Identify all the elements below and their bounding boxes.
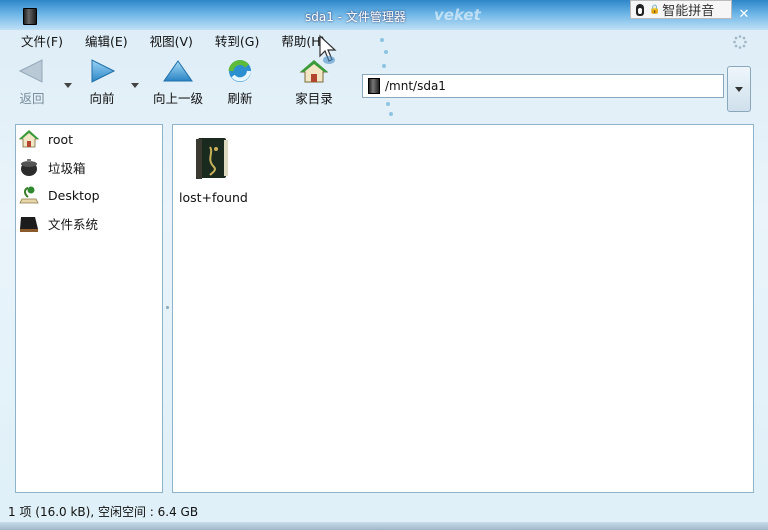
places-sidebar: root 垃圾箱 Desktop 文件系统 <box>15 124 163 493</box>
brand-logo-text: veket <box>434 6 481 24</box>
sidebar-item-filesystem[interactable]: 文件系统 <box>18 211 98 235</box>
file-name: lost+found <box>179 190 248 205</box>
toolbar: 返回 向前 向上一级 刷新 家目录 <box>10 58 355 114</box>
drive-icon <box>20 217 38 232</box>
status-bar: 1 项 (16.0 kB), 空闲空间 : 6.4 GB <box>8 505 199 519</box>
sidebar-item-root[interactable]: root <box>18 127 73 151</box>
decor-bubble <box>380 38 384 42</box>
up-label: 向上一级 <box>152 91 203 106</box>
tux-icon <box>633 3 647 17</box>
file-manager-window: sda1 - 文件管理器 veket 🔒 智能拼音 ✕ 文件(F) 编辑(E) … <box>0 0 768 530</box>
taskbar-strip <box>0 522 768 530</box>
location-bar[interactable]: /mnt/sda1 <box>362 74 724 98</box>
sidebar-item-label: root <box>48 131 74 147</box>
refresh-button[interactable]: 刷新 <box>218 58 262 107</box>
forward-label: 向前 <box>89 91 115 106</box>
refresh-icon <box>228 60 251 82</box>
sidebar-item-label: 文件系统 <box>48 216 99 232</box>
file-view[interactable]: lost+found <box>172 124 754 493</box>
menu-edit[interactable]: 编辑(E) <box>74 33 139 53</box>
back-arrow-icon <box>18 59 43 83</box>
pane-splitter[interactable] <box>164 124 172 493</box>
menu-bar: 文件(F) 编辑(E) 视图(V) 转到(G) 帮助(H) <box>10 33 337 53</box>
sidebar-item-label: 垃圾箱 <box>48 160 86 176</box>
sidebar-item-label: Desktop <box>48 187 100 203</box>
sidebar-item-trash[interactable]: 垃圾箱 <box>18 155 86 179</box>
home-icon <box>299 60 329 83</box>
decor-bubble <box>384 50 388 54</box>
back-history-dropdown[interactable] <box>64 83 72 88</box>
file-item-lost-found[interactable]: lost+found <box>179 135 248 205</box>
busy-spinner-icon <box>733 35 747 49</box>
back-button[interactable]: 返回 <box>10 58 54 107</box>
decor-bubble <box>382 64 386 68</box>
location-path: /mnt/sda1 <box>385 79 446 93</box>
up-arrow-icon <box>163 60 193 82</box>
menu-go[interactable]: 转到(G) <box>204 33 270 53</box>
trash-icon <box>21 159 37 176</box>
menu-view[interactable]: 视图(V) <box>139 33 204 53</box>
up-button[interactable]: 向上一级 <box>148 58 208 107</box>
home-label: 家目录 <box>295 91 333 106</box>
decor-bubble <box>389 112 393 116</box>
forward-history-dropdown[interactable] <box>131 83 139 88</box>
drive-small-icon <box>368 78 380 94</box>
home-icon <box>18 130 40 148</box>
location-dropdown-button[interactable] <box>727 66 751 112</box>
refresh-label: 刷新 <box>227 91 253 106</box>
decor-bubble <box>386 102 390 106</box>
ime-indicator[interactable]: 🔒 智能拼音 <box>630 0 732 19</box>
back-label: 返回 <box>19 91 45 106</box>
forward-button[interactable]: 向前 <box>80 58 124 107</box>
sidebar-item-desktop[interactable]: Desktop <box>18 183 100 207</box>
menu-file[interactable]: 文件(F) <box>10 33 74 53</box>
title-bar[interactable]: sda1 - 文件管理器 veket 🔒 智能拼音 ✕ <box>0 0 768 30</box>
desktop-icon <box>19 186 39 204</box>
home-button[interactable]: 家目录 <box>290 58 338 107</box>
forward-arrow-icon <box>91 59 116 83</box>
ime-label: 智能拼音 <box>662 4 715 19</box>
window-title: sda1 - 文件管理器 <box>305 10 406 24</box>
close-icon[interactable]: ✕ <box>737 8 751 22</box>
app-icon[interactable] <box>23 8 37 25</box>
lock-icon: 🔒 <box>649 4 661 15</box>
book-folder-icon <box>196 138 228 179</box>
